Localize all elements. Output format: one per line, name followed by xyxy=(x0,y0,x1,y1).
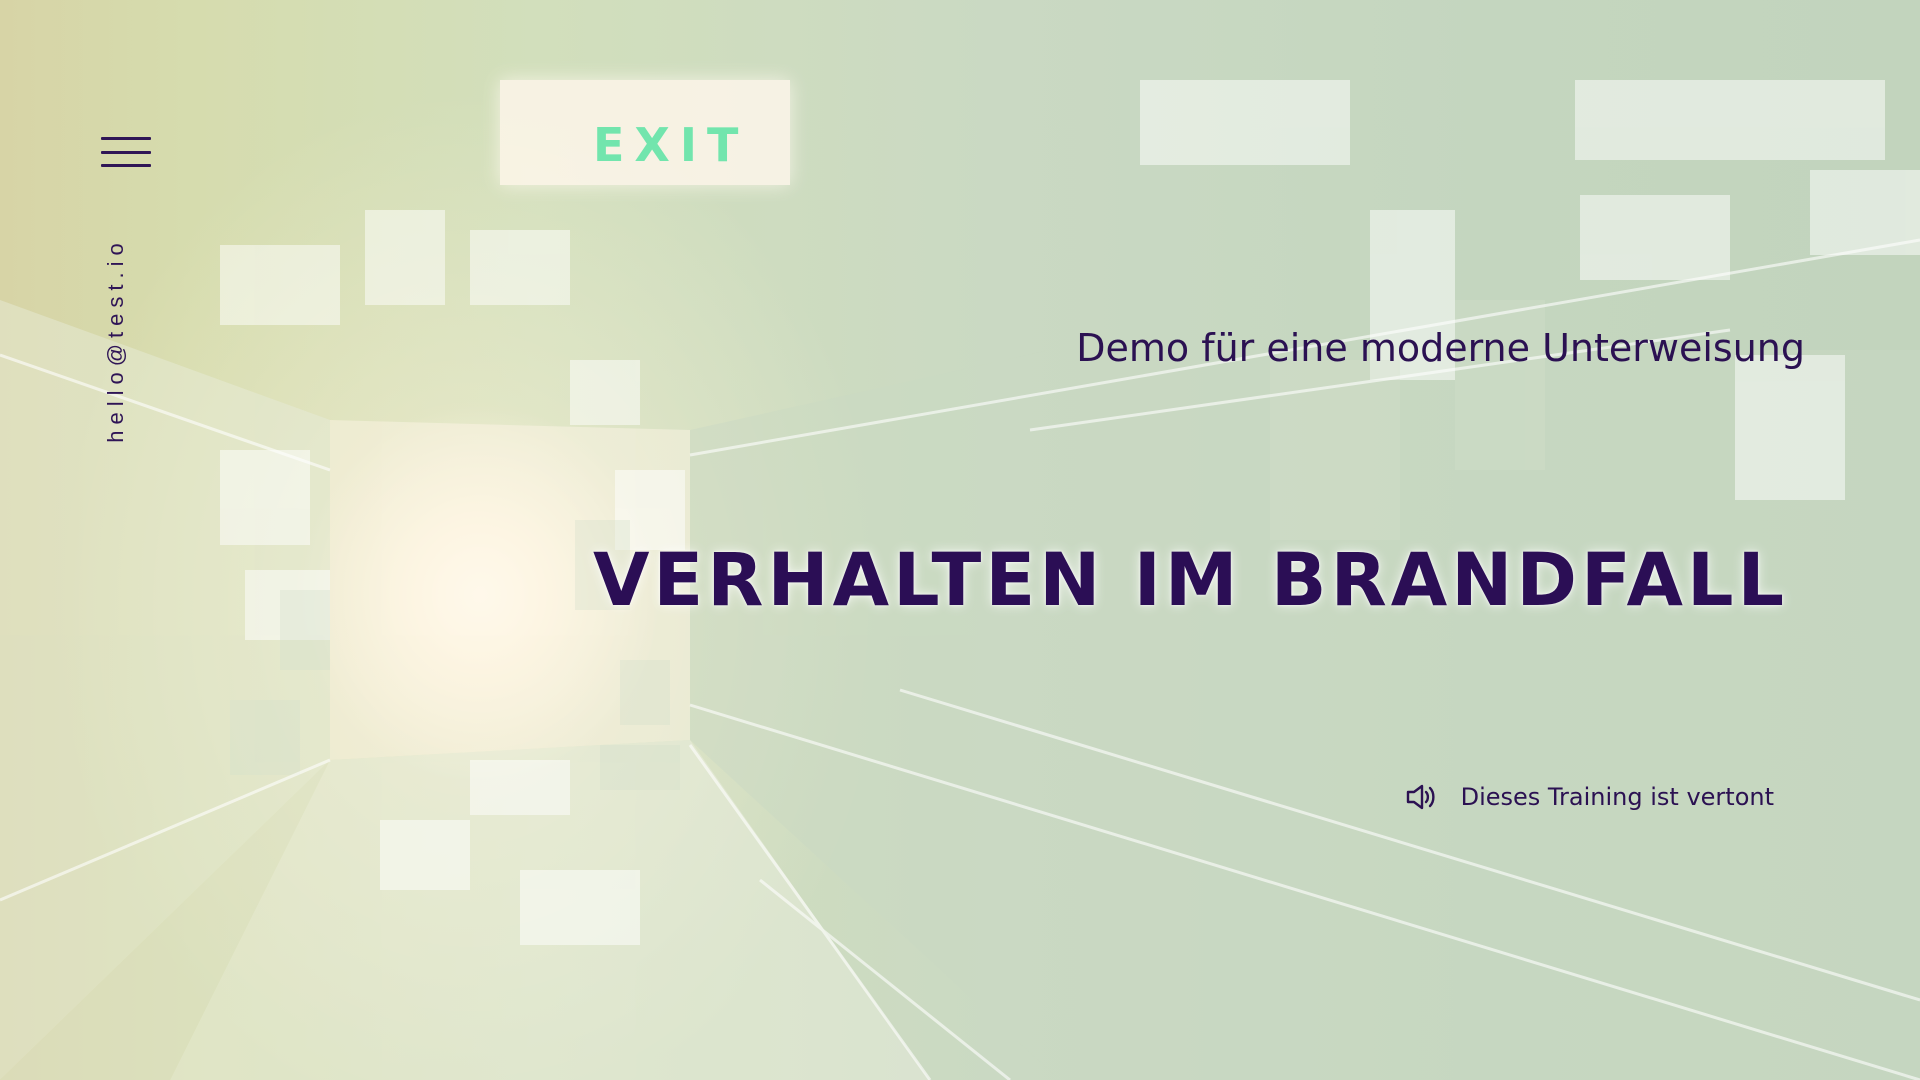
page: hello@test.io EXIT Demo für eine moderne… xyxy=(0,0,1920,1080)
exit-sign-text: EXIT xyxy=(593,118,749,172)
hamburger-icon-line-3 xyxy=(101,164,151,167)
hero-subtitle: Demo für eine moderne Unterweisung xyxy=(1076,326,1805,370)
audio-notice-label: Dieses Training ist vertont xyxy=(1460,783,1774,811)
hamburger-icon-line-2 xyxy=(101,150,151,154)
hamburger-icon-line-1 xyxy=(101,137,151,140)
hamburger-menu-button[interactable] xyxy=(101,137,151,167)
hero-title: VERHALTEN IM BRANDFALL xyxy=(592,538,1788,623)
email-link[interactable]: hello@test.io xyxy=(103,237,129,443)
speaker-icon xyxy=(1406,784,1435,810)
audio-notice: Dieses Training ist vertont xyxy=(1403,780,1774,814)
